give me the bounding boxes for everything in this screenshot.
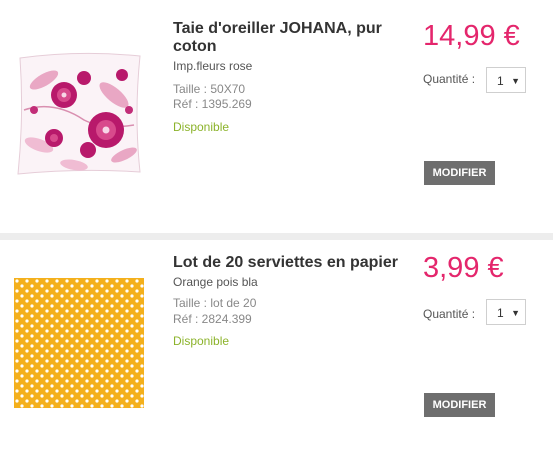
product-price: 14,99 € — [423, 20, 520, 52]
modify-button[interactable]: MODIFIER — [424, 393, 495, 417]
product-title[interactable]: Lot de 20 serviettes en papier — [173, 254, 418, 272]
quantity-value: 1 — [497, 74, 504, 88]
product-size: Taille : lot de 20 — [173, 296, 257, 310]
quantity-label: Quantité : — [423, 72, 476, 86]
availability-status: Disponible — [173, 334, 230, 348]
product-variant: Orange pois bla — [173, 275, 258, 289]
product-image-pillow[interactable] — [14, 50, 146, 180]
orange-polka-dot-napkin-image — [14, 278, 144, 408]
product-size: Taille : 50X70 — [173, 82, 246, 96]
availability-status: Disponible — [173, 120, 230, 134]
quantity-select[interactable]: 1 ▼ — [486, 67, 526, 93]
quantity-select[interactable]: 1 ▼ — [486, 299, 526, 325]
floral-pillow-image — [17, 52, 141, 175]
product-price: 3,99 € — [423, 252, 504, 284]
product-reference: Réf : 2824.399 — [173, 312, 252, 326]
item-separator — [0, 233, 553, 240]
product-variant: Imp.fleurs rose — [173, 59, 253, 73]
product-image-napkins[interactable] — [14, 278, 144, 408]
chevron-down-icon: ▼ — [511, 76, 520, 86]
product-reference: Réf : 1395.269 — [173, 97, 252, 111]
product-title[interactable]: Taie d'oreiller JOHANA, pur coton — [173, 20, 408, 56]
chevron-down-icon: ▼ — [511, 308, 520, 318]
modify-button[interactable]: MODIFIER — [424, 161, 495, 185]
quantity-label: Quantité : — [423, 307, 476, 321]
cart-item: Taie d'oreiller JOHANA, pur coton Imp.fl… — [0, 0, 553, 233]
quantity-value: 1 — [497, 306, 504, 320]
cart-item: Lot de 20 serviettes en papier Orange po… — [0, 240, 553, 454]
